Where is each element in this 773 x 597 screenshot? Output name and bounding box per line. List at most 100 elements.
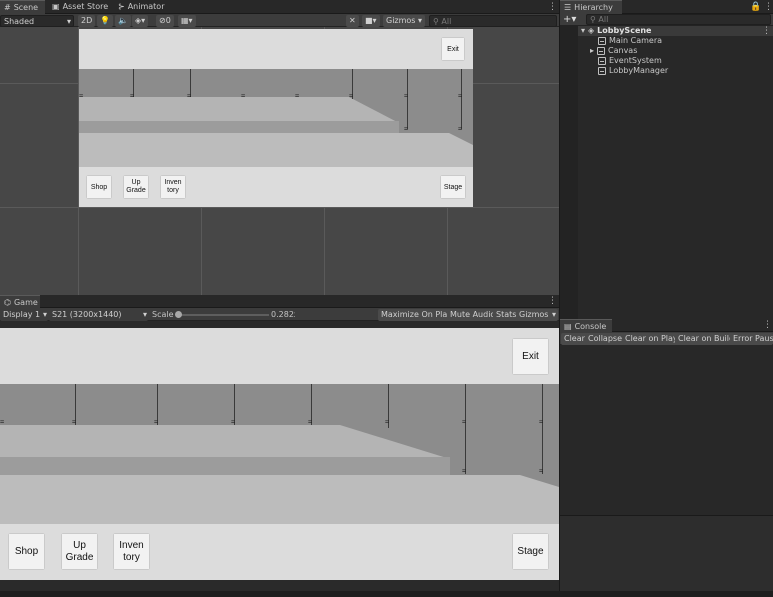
shop-button[interactable]: Shop <box>9 534 44 569</box>
lighting-toggle-icon[interactable]: 💡 <box>97 15 113 27</box>
tab-scene[interactable]: # Scene <box>0 0 45 14</box>
more-options-icon[interactable]: ⋮ <box>764 2 773 12</box>
more-options-icon[interactable]: ⋮ <box>548 296 557 306</box>
mute-audio-button[interactable]: Mute Audio <box>447 309 499 321</box>
scene-camera-frame: = = = = = = = = = = Exit Shop Up Grade In… <box>79 29 473 207</box>
scene-stage-button[interactable]: Stage <box>441 176 465 198</box>
maximize-on-play-button[interactable]: Maximize On Play <box>378 309 456 321</box>
lock-icon[interactable]: 🔒 <box>750 2 761 12</box>
fence-clip: = <box>241 92 246 100</box>
scene-top-ui-bar <box>79 29 473 69</box>
hierarchy-search-input[interactable]: ⚲ All <box>586 14 771 25</box>
game-toolbar: Display 1 ▾ S21 (3200x1440) ▾ Scale 0.28… <box>0 308 559 321</box>
game-top-ui-bar <box>0 328 559 384</box>
eye-slash-icon: ⊘ <box>159 16 166 25</box>
expand-arrow-icon[interactable]: ▸ <box>590 46 594 56</box>
hierarchy-item-lobby-manager[interactable]: LobbyManager <box>598 66 668 76</box>
chevron-down-icon: ▾ <box>142 310 147 319</box>
tab-asset-store[interactable]: ▣ Asset Store <box>48 0 112 14</box>
upgrade-button[interactable]: Up Grade <box>62 534 97 569</box>
scene-shop-button[interactable]: Shop <box>87 176 111 198</box>
hierarchy-item-canvas[interactable]: ▸ Canvas <box>590 46 637 56</box>
scene-more-options-icon[interactable]: ⋮ <box>762 26 771 36</box>
fence-clip: = <box>0 418 5 426</box>
hierarchy-left-gutter <box>560 26 578 319</box>
scene-inventory-button[interactable]: Inven tory <box>161 176 185 198</box>
fence-clip: = <box>462 418 467 426</box>
more-options-icon[interactable]: ⋮ <box>548 2 557 12</box>
fence-clip: = <box>79 92 84 100</box>
game-view[interactable]: = = = = = = = = = = Exit Shop Up Grade In… <box>0 321 559 591</box>
fence-clip: = <box>458 125 463 133</box>
chevron-down-icon: ▾ <box>551 310 556 319</box>
console-detail-area <box>560 516 773 591</box>
tab-hierarchy[interactable]: ☰ Hierarchy <box>560 0 622 14</box>
fence-clip: = <box>130 92 135 100</box>
search-icon: ⚲ <box>433 17 439 26</box>
tools-icon[interactable]: ✕ <box>346 15 359 27</box>
scene-upgrade-button[interactable]: Up Grade <box>124 176 148 198</box>
gameobject-icon <box>598 57 606 65</box>
fence-clip: = <box>462 467 467 475</box>
unity-scene-icon: ◈ <box>588 26 595 35</box>
console-collapse-button[interactable]: Collapse <box>585 333 625 345</box>
game-floor-front <box>0 475 559 527</box>
hierarchy-tab-bar: ☰ Hierarchy 🔒 ⋮ <box>560 0 773 14</box>
effects-toggle-icon[interactable]: ◈▾ <box>132 15 149 27</box>
scene-view[interactable]: = = = = = = = = = = Exit Shop Up Grade In… <box>0 27 559 295</box>
camera-dropdown[interactable]: ■▾ <box>362 15 380 27</box>
fence-post <box>542 384 543 474</box>
scene-search-input[interactable]: ⚲ All <box>429 15 557 27</box>
more-options-icon[interactable]: ⋮ <box>763 320 772 330</box>
console-clear-on-build-button[interactable]: Clear on Build <box>675 333 738 345</box>
fence-clip: = <box>72 418 77 426</box>
scene-floor-side <box>79 121 399 133</box>
grid-snap-button[interactable]: ▦▾ <box>178 15 196 27</box>
tab-console[interactable]: ▤ Console <box>560 319 612 332</box>
fence-post <box>465 384 466 474</box>
scene-exit-button[interactable]: Exit <box>442 38 464 60</box>
tab-game[interactable]: ⌬ Game <box>0 295 40 308</box>
scene-root-item[interactable]: ▾ ◈ LobbyScene <box>581 26 651 36</box>
grid-line <box>0 207 559 208</box>
console-toolbar: Clear Collapse Clear on Play Clear on Bu… <box>560 332 773 345</box>
inventory-button[interactable]: Inven tory <box>114 534 149 569</box>
toggle-2d-button[interactable]: 2D <box>78 15 96 27</box>
tab-animator[interactable]: ⊱ Animator <box>114 0 168 14</box>
exit-button[interactable]: Exit <box>513 339 548 374</box>
hidden-objects-button[interactable]: ⊘0 <box>156 15 174 27</box>
scale-slider-track[interactable] <box>177 314 269 316</box>
store-icon: ▣ <box>52 2 60 11</box>
display-dropdown[interactable]: Display 1 ▾ <box>0 309 48 321</box>
console-clear-on-play-button[interactable]: Clear on Play <box>622 333 681 345</box>
gizmos-dropdown[interactable]: Gizmos ▾ <box>383 15 426 27</box>
fence-clip: = <box>187 92 192 100</box>
resolution-dropdown[interactable]: S21 (3200x1440) ▾ <box>49 309 148 321</box>
fence-clip: = <box>385 418 390 426</box>
fence-clip: = <box>349 92 354 100</box>
hierarchy-item-event-system[interactable]: EventSystem <box>598 56 662 66</box>
console-error-pause-button[interactable]: Error Pause <box>730 333 773 345</box>
game-camera-frame: = = = = = = = = = = Exit Shop Up Grade In… <box>0 328 559 580</box>
expand-arrow-icon[interactable]: ▾ <box>581 26 585 36</box>
fence-clip: = <box>308 418 313 426</box>
hierarchy-toolbar: +▾ ⚲ All <box>560 14 773 26</box>
audio-toggle-icon[interactable]: 🔈 <box>115 15 131 27</box>
fence-clip: = <box>458 92 463 100</box>
stage-button[interactable]: Stage <box>513 534 548 569</box>
scene-toolbar: Shaded ▾ 2D 💡 🔈 ◈▾ ⊘0 ▦▾ ✕ ■▾ Gizmos ▾ ⚲… <box>0 14 559 27</box>
add-object-button[interactable]: +▾ <box>563 14 576 26</box>
game-floor-side <box>0 457 450 475</box>
game-gizmos-button[interactable]: Gizmos ▾ <box>516 309 558 321</box>
hierarchy-item-main-camera[interactable]: Main Camera <box>598 36 662 46</box>
shading-mode-dropdown[interactable]: Shaded ▾ <box>0 15 74 27</box>
list-icon: ☰ <box>564 2 572 12</box>
scale-slider-handle[interactable] <box>175 311 182 318</box>
console-panel: ▤ Console ⋮ Clear Collapse Clear on Play … <box>560 319 773 591</box>
scale-label: Scale <box>152 310 174 319</box>
animator-icon: ⊱ <box>118 2 125 11</box>
console-log-area[interactable] <box>560 345 773 515</box>
console-clear-button[interactable]: Clear <box>561 333 588 345</box>
grid-icon: # <box>4 2 11 12</box>
fence-clip: = <box>539 467 544 475</box>
